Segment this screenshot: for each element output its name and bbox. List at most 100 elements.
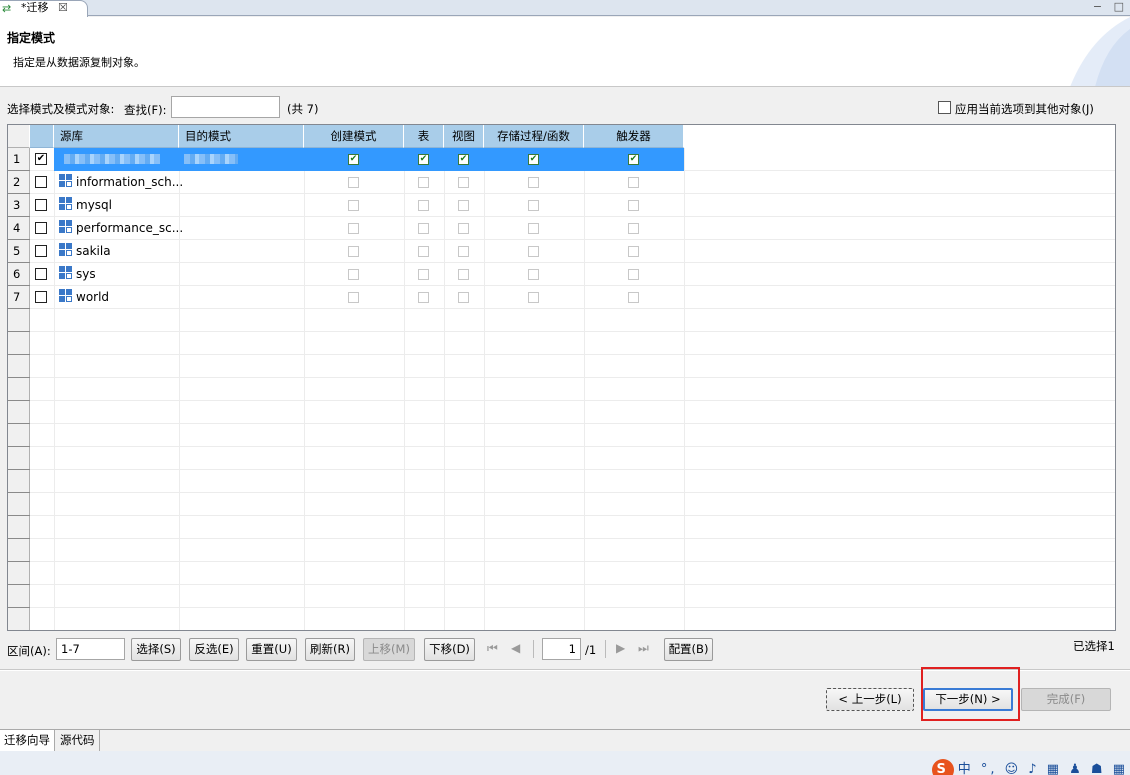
table-row[interactable]: 4 performance_sc... [8,217,1115,240]
row-checkbox[interactable] [35,291,47,303]
option-checkbox [418,292,429,303]
count-text: (共 7) [287,102,319,116]
row-header-line [8,630,30,631]
col-view[interactable]: 视图 [444,125,484,148]
row-checkbox[interactable] [35,245,47,257]
first-page-icon[interactable]: ⏮ [487,641,498,656]
editor-tab-migration[interactable]: ⇄ *迁移 ☒ [0,0,88,17]
invert-button[interactable]: 反选(E) [189,638,239,661]
option-checkbox [458,269,469,280]
config-button[interactable]: 配置(B) [664,638,713,661]
page-description: 指定是从数据源复制对象。 [13,56,145,69]
database-icon [59,243,73,257]
col-target-schema[interactable]: 目的模式 [179,125,304,148]
move-up-button[interactable]: 上移(M) [363,638,415,661]
last-page-icon[interactable]: ⏭ [638,641,649,656]
next-page-icon[interactable]: ▶ [616,641,625,655]
ime-language[interactable]: 中 [958,762,974,775]
option-checkbox [348,223,359,234]
highlight-annotation [921,667,1020,721]
row-header-line [8,354,30,355]
close-tab-icon[interactable]: ☒ [58,1,68,15]
range-label: 区间(A): [7,644,51,658]
row-checkbox[interactable] [35,176,47,188]
grid-row-line [30,446,1115,447]
tab-migration-wizard[interactable]: 迁移向导 [0,730,55,751]
sogou-logo-icon[interactable]: S [931,759,954,775]
range-input[interactable]: 1-7 [56,638,125,660]
option-checkbox [528,246,539,257]
page-total: /1 [585,643,597,657]
select-button[interactable]: 选择(S) [131,638,181,661]
tab-title: *迁移 [21,1,49,14]
schema-name: performance_sc... [59,217,184,240]
grid-row-line [30,377,1115,378]
row-number: 1 [13,152,21,166]
option-checkbox [458,200,469,211]
col-trigger[interactable]: 触发器 [584,125,684,148]
grid-row-line [30,492,1115,493]
option-checkbox [348,200,359,211]
move-down-button[interactable]: 下移(D) [424,638,475,661]
row-checkbox[interactable]: ✔ [35,153,47,165]
row-header-line [8,538,30,539]
grid-row-line [30,515,1115,516]
finish-button[interactable]: 完成(F) [1021,688,1111,711]
option-checkbox [458,292,469,303]
nav-divider [533,640,534,658]
tab-source-code[interactable]: 源代码 [56,730,100,751]
col-procedure[interactable]: 存储过程/函数 [484,125,584,148]
grid-row-line [30,400,1115,401]
option-checkbox [418,223,429,234]
find-input[interactable] [171,96,280,118]
apply-to-others-checkbox[interactable] [938,101,951,114]
row-header-line [8,400,30,401]
redacted-target-name [184,154,238,164]
option-checkbox [628,200,639,211]
minimize-icon[interactable]: − [1093,0,1102,13]
database-icon [59,220,73,234]
option-checkbox[interactable]: ✔ [528,154,539,165]
schema-name: sys [59,263,184,286]
option-checkbox [628,246,639,257]
row-checkbox[interactable] [35,268,47,280]
ime-tools-icon[interactable]: °, ☺ ♪ ▦ ♟ ☗ ▦ [981,762,1128,775]
back-button[interactable]: < 上一步(L) [826,688,914,711]
option-checkbox [348,269,359,280]
ime-toolbar[interactable]: S中 °, ☺ ♪ ▦ ♟ ☗ ▦ [931,758,1128,775]
option-checkbox [528,292,539,303]
option-checkbox [348,292,359,303]
prev-page-icon[interactable]: ◀ [511,641,520,655]
database-icon [59,289,73,303]
nav-divider [605,640,606,658]
page-title: 指定模式 [7,31,56,45]
page-input[interactable]: 1 [542,638,581,660]
col-table[interactable]: 表 [404,125,444,148]
col-create-schema[interactable]: 创建模式 [304,125,404,148]
table-row[interactable]: 5 sakila [8,240,1115,263]
option-checkbox[interactable]: ✔ [348,154,359,165]
schema-name: mysql [59,194,184,217]
option-checkbox[interactable]: ✔ [458,154,469,165]
row-header-line [8,469,30,470]
row-header-line [8,423,30,424]
option-checkbox[interactable]: ✔ [628,154,639,165]
option-checkbox[interactable]: ✔ [418,154,429,165]
row-checkbox[interactable] [35,199,47,211]
table-row[interactable]: 2 information_sch... [8,171,1115,194]
corner-cell [8,125,30,148]
row-number: 7 [13,290,21,304]
table-row[interactable]: 3 mysql [8,194,1115,217]
row-header-line [8,377,30,378]
option-checkbox [458,223,469,234]
table-row[interactable]: 7 world [8,286,1115,309]
row-checkbox[interactable] [35,222,47,234]
col-source[interactable]: 源库 [54,125,179,148]
table-row[interactable]: 6 sys [8,263,1115,286]
maximize-icon[interactable]: □ [1114,0,1124,13]
apply-to-others-label: 应用当前选项到其他对象(J) [955,102,1094,116]
table-row[interactable]: 1 ✔ ✔ ✔ ✔ ✔ ✔ [8,148,1115,171]
option-checkbox [458,177,469,188]
refresh-button[interactable]: 刷新(R) [305,638,355,661]
reset-button[interactable]: 重置(U) [246,638,297,661]
